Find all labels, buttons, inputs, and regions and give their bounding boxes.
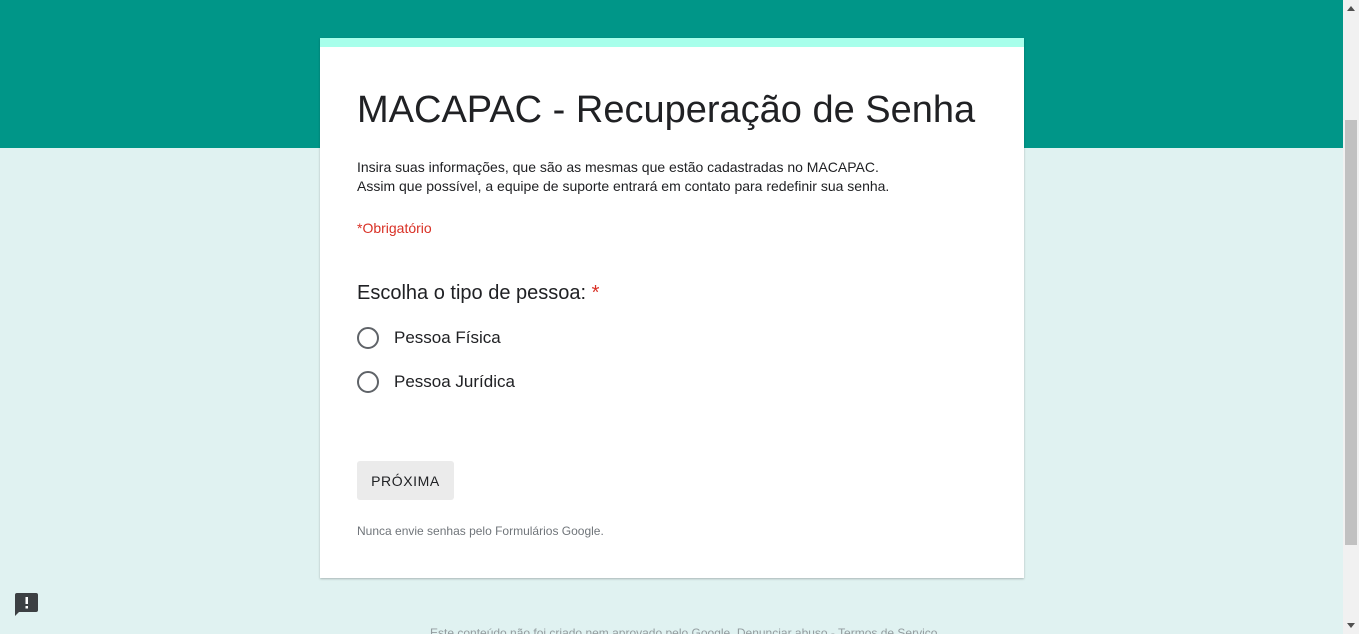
next-button[interactable]: PRÓXIMA: [357, 461, 454, 500]
radio-option-label: Pessoa Física: [394, 328, 501, 347]
required-note: *Obrigatório: [357, 220, 432, 236]
radio-button[interactable]: [357, 327, 379, 349]
password-warning-note: Nunca envie senhas pelo Formulários Goog…: [357, 524, 604, 538]
form-title: MACAPAC - Recuperação de Senha: [357, 89, 976, 131]
form-card: MACAPAC - Recuperação de Senha Insira su…: [320, 38, 1024, 578]
card-accent-bar: [320, 38, 1024, 47]
radio-option-label: Pessoa Jurídica: [394, 372, 515, 391]
radio-option-pessoa-fisica[interactable]: Pessoa Física: [357, 326, 501, 350]
radio-button[interactable]: [357, 371, 379, 393]
form-description-line-1: Insira suas informações, que são as mesm…: [357, 159, 879, 175]
required-asterisk: *: [591, 282, 600, 304]
vertical-scrollbar[interactable]: [1343, 0, 1359, 634]
feedback-icon[interactable]: [14, 592, 39, 617]
question-title: Escolha o tipo de pessoa: *: [357, 282, 599, 305]
question-label: Escolha o tipo de pessoa:: [357, 282, 587, 304]
chevron-up-icon[interactable]: [1343, 0, 1359, 17]
scrollbar-thumb[interactable]: [1345, 120, 1357, 545]
form-description: Insira suas informações, que são as mesm…: [357, 158, 889, 196]
form-description-line-2: Assim que possível, a equipe de suporte …: [357, 178, 890, 194]
page-footer-text: Este conteúdo não foi criado nem aprovad…: [430, 626, 938, 634]
radio-option-pessoa-juridica[interactable]: Pessoa Jurídica: [357, 370, 515, 394]
chevron-down-icon[interactable]: [1343, 617, 1359, 634]
